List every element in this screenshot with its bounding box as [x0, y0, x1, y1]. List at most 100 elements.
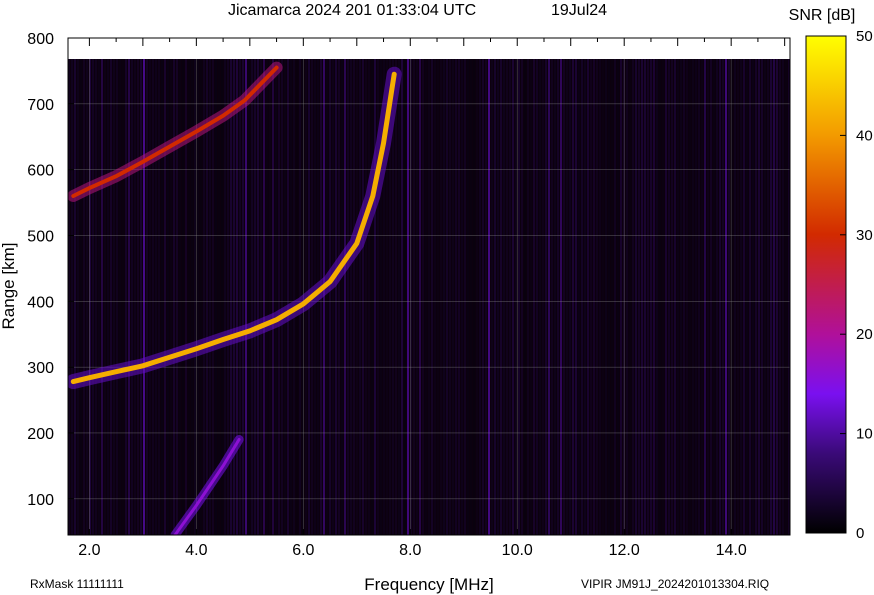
noise-column [206, 38, 208, 535]
noise-column [674, 38, 676, 535]
noise-column [539, 38, 541, 535]
noise-column [734, 38, 736, 535]
noise-column [188, 38, 190, 535]
noise-column [557, 38, 559, 535]
noise-column [611, 38, 613, 535]
noise-column [164, 38, 166, 535]
noise-column [239, 38, 241, 535]
noise-column [401, 38, 403, 535]
noise-column [74, 38, 76, 535]
noise-column [461, 38, 463, 535]
noise-column [680, 38, 682, 535]
noise-column [413, 38, 415, 535]
noise-column [485, 38, 487, 535]
x-tick-label: 6.0 [292, 542, 314, 559]
noise-column [761, 38, 763, 535]
noise-column [149, 38, 151, 535]
noise-column [629, 38, 631, 535]
noise-column [773, 38, 775, 535]
colorbar-label: SNR [dB] [789, 7, 856, 24]
noise-column [770, 38, 772, 535]
noise-column [500, 38, 502, 535]
noise-column [716, 38, 718, 535]
noise-column [158, 38, 160, 535]
noise-column [347, 38, 349, 535]
noise-column [155, 38, 157, 535]
noise-column [425, 38, 427, 535]
noise-column [308, 38, 310, 535]
noise-column [605, 38, 607, 535]
noise-column [353, 38, 355, 535]
noise-column [140, 38, 142, 535]
noise-column [416, 38, 418, 535]
noise-column [740, 38, 742, 535]
noise-column [290, 38, 292, 535]
noise-column [176, 38, 178, 535]
noise-columns [68, 38, 790, 535]
noise-column [725, 38, 727, 535]
noise-column [83, 38, 85, 535]
noise-column [641, 38, 643, 535]
noise-column [533, 38, 535, 535]
noise-column [356, 38, 358, 535]
noise-column [620, 38, 622, 535]
noise-column [710, 38, 712, 535]
x-tick-label: 8.0 [399, 542, 421, 559]
noise-column [521, 38, 523, 535]
noise-column [728, 38, 730, 535]
noise-column [191, 38, 193, 535]
noise-column [128, 38, 130, 535]
noise-column [98, 38, 100, 535]
noise-column [671, 38, 673, 535]
noise-column [482, 38, 484, 535]
noise-column [698, 38, 700, 535]
noise-column [599, 38, 601, 535]
noise-column [257, 38, 259, 535]
noise-column [71, 38, 73, 535]
noise-column [551, 38, 553, 535]
noise-column [776, 38, 778, 535]
noise-column [467, 38, 469, 535]
noise-column [479, 38, 481, 535]
noise-column [707, 38, 709, 535]
noise-column [197, 38, 199, 535]
noise-column [704, 38, 706, 535]
noise-column [299, 38, 301, 535]
noise-column [497, 38, 499, 535]
noise-column [260, 38, 262, 535]
noise-column [608, 38, 610, 535]
noise-column [134, 38, 136, 535]
noise-column [665, 38, 667, 535]
noise-column [503, 38, 505, 535]
noise-column [581, 38, 583, 535]
noise-column [494, 38, 496, 535]
noise-column [560, 38, 562, 535]
noise-column [683, 38, 685, 535]
noise-column [578, 38, 580, 535]
noise-column [167, 38, 169, 535]
noise-column [266, 38, 268, 535]
noise-column [428, 38, 430, 535]
noise-column [575, 38, 577, 535]
noise-column [278, 38, 280, 535]
noise-column [536, 38, 538, 535]
noise-column [437, 38, 439, 535]
noise-column [212, 38, 214, 535]
noise-column [110, 38, 112, 535]
y-tick-label: 300 [27, 360, 54, 377]
noise-column [719, 38, 721, 535]
noise-column [614, 38, 616, 535]
y-axis: 100 200 300 400 500 600 700 800 [27, 31, 74, 509]
noise-column [86, 38, 88, 535]
noise-column [374, 38, 376, 535]
ionogram-chart: Jicamarca 2024 201 01:33:04 UTC 19Jul24 … [0, 2, 873, 594]
x-tick-label: 4.0 [185, 542, 207, 559]
y-tick-label: 200 [27, 426, 54, 443]
noise-column [185, 38, 187, 535]
noise-column [419, 38, 421, 535]
noise-column [446, 38, 448, 535]
noise-column [782, 38, 784, 535]
y-tick-label: 800 [27, 31, 54, 48]
y-tick-label: 700 [27, 97, 54, 114]
noise-column [116, 38, 118, 535]
